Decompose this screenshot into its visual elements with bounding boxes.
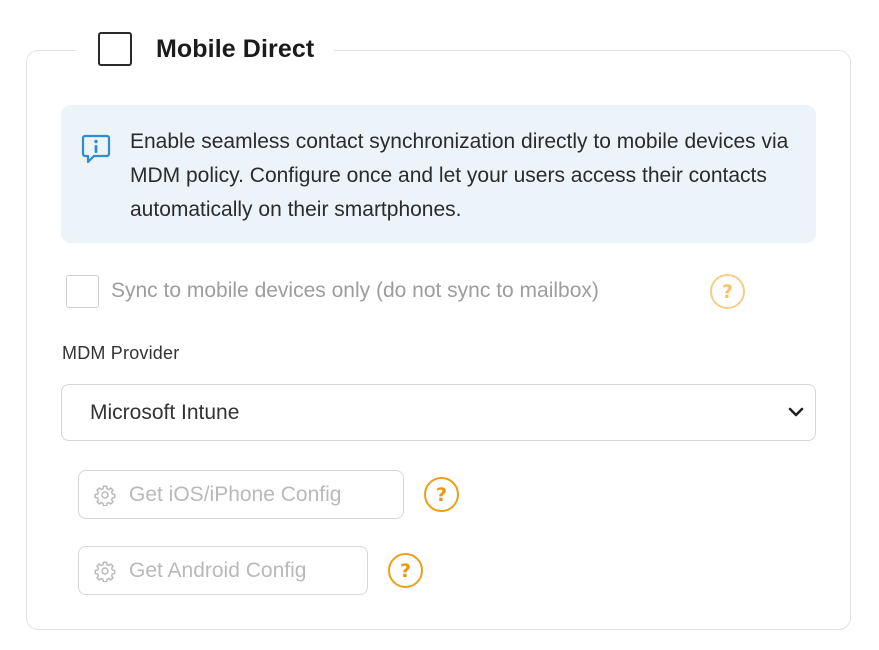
get-android-config-button[interactable]: Get Android Config bbox=[78, 546, 368, 595]
sync-option-row: Sync to mobile devices only (do not sync… bbox=[66, 273, 599, 309]
get-android-config-label: Get Android Config bbox=[129, 558, 307, 582]
sync-mobile-only-checkbox[interactable] bbox=[66, 274, 99, 308]
info-text: Enable seamless contact synchronization … bbox=[130, 130, 789, 221]
ios-help-icon[interactable]: ? bbox=[424, 477, 459, 512]
chevron-down-icon bbox=[788, 407, 804, 417]
info-icon bbox=[81, 133, 111, 165]
mobile-direct-settings: Mobile Direct Enable seamless contact sy… bbox=[0, 0, 879, 650]
get-ios-config-label: Get iOS/iPhone Config bbox=[129, 482, 342, 506]
android-config-row: Get Android Config ? bbox=[78, 546, 423, 595]
section-title: Mobile Direct bbox=[156, 34, 315, 63]
gear-icon bbox=[94, 561, 116, 582]
info-box: Enable seamless contact synchronization … bbox=[61, 105, 816, 243]
section-header: Mobile Direct bbox=[76, 26, 335, 72]
sync-help-icon[interactable]: ? bbox=[710, 274, 745, 309]
sync-mobile-only-label: Sync to mobile devices only (do not sync… bbox=[111, 279, 599, 302]
mdm-provider-label: MDM Provider bbox=[62, 343, 180, 363]
gear-icon bbox=[94, 485, 116, 506]
ios-config-row: Get iOS/iPhone Config ? bbox=[78, 470, 459, 519]
mobile-direct-checkbox[interactable] bbox=[98, 32, 132, 66]
mdm-provider-value: Microsoft Intune bbox=[90, 400, 240, 424]
mdm-provider-select[interactable]: Microsoft Intune bbox=[61, 384, 816, 441]
get-ios-config-button[interactable]: Get iOS/iPhone Config bbox=[78, 470, 404, 519]
android-help-icon[interactable]: ? bbox=[388, 553, 423, 588]
